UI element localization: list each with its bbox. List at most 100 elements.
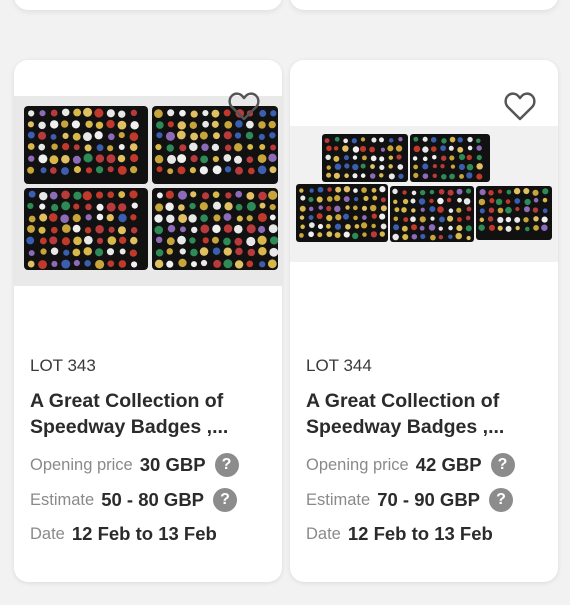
badge-dot [190,261,197,268]
badge-dot [401,207,407,213]
badge-dot [107,191,115,199]
badge-dot [394,207,400,213]
badge-dot [49,120,59,129]
badge-dot [532,207,539,213]
badge-dot [246,215,253,222]
badge-dot [38,226,46,234]
badge-dot [202,109,209,117]
badge-dot [28,110,35,117]
badge-dot [38,260,48,270]
badge-dot [179,248,186,255]
lot-card[interactable]: LOT 344 A Great Collection of Speedway B… [290,60,558,582]
badge-dot [130,261,138,268]
badge-dot [344,173,349,179]
badge-dot [190,191,197,198]
badge-dot [343,185,351,193]
badge-dot [369,146,376,153]
badge-dot [83,235,93,245]
opening-price-row: Opening price 30 GBP ? [30,453,239,477]
badge-dot [447,189,454,196]
badge-dot [432,173,437,179]
favorite-button[interactable] [498,84,542,128]
badge-dot [224,166,232,173]
badge-dot [456,188,463,195]
badge-dot [234,155,242,164]
opening-price-value: 30 GBP [139,454,206,475]
lot-card[interactable]: LOT 343 A Great Collection of Speedway B… [14,60,282,582]
date-value: 12 Feb to 13 Feb [71,523,217,544]
badge-dot [201,143,209,151]
badge-dot [154,259,164,269]
badge-dot [179,144,187,152]
lot-title[interactable]: A Great Collection of Speedway Badges ,.… [306,388,546,440]
badge-dot [308,215,314,220]
badge-dot [422,146,429,153]
badge-dot [325,223,331,229]
badge-dot [458,163,465,171]
badge-dot [515,225,520,231]
badge-dot [437,197,444,205]
badge-dot [497,207,504,214]
badge-dot [326,214,333,222]
badge-dot [27,202,34,210]
badge-dot [166,144,174,152]
badge-dot [448,145,454,151]
badge-dot [317,232,323,238]
badge-dot [39,203,46,210]
question-circle-icon[interactable]: ? [213,488,238,512]
badge-dot [119,248,126,255]
badge-dot [72,224,81,233]
lot-title[interactable]: A Great Collection of Speedway Badges ,.… [30,388,270,440]
badge-dot [333,172,340,179]
badge-dot [370,231,378,238]
favorite-button[interactable] [222,84,266,128]
badge-dot [95,154,105,163]
badge-dot [131,202,138,209]
badge-dot [411,233,418,240]
badge-dot [300,195,306,201]
badge-dot [463,198,471,205]
badge-dot [411,208,416,213]
badge-dot [352,163,359,171]
question-circle-icon[interactable]: ? [490,453,515,477]
badge-dot [199,247,209,256]
badge-dot [360,163,366,169]
badge-dot [352,155,358,160]
badge-dot [257,154,267,163]
badge-dot [488,190,494,196]
badge-dot [259,261,266,268]
badge-dot [73,203,80,210]
badge-dot [335,186,342,193]
question-circle-icon[interactable]: ? [214,453,239,477]
lot-image[interactable] [290,60,558,290]
badge-dot [235,247,243,256]
badge-dot [379,156,385,162]
badge-dot [107,236,117,245]
badge-dot [533,216,539,222]
badge-dot [343,155,349,161]
badge-dot [246,224,256,234]
badge-dot [167,168,174,175]
badge-dot [432,163,437,169]
badge-dot [351,138,357,144]
badge-dot [403,217,409,223]
badge-dot [118,260,127,268]
badge-dot [343,138,348,144]
badge-dot [352,173,358,179]
badge-dot [166,248,173,255]
badge-dot [190,132,198,141]
badge-dot [270,144,277,151]
badge-dot [413,136,419,142]
badge-dot [352,146,360,153]
badge-dot [49,191,58,200]
badge-dot [422,173,429,179]
badge-dot [177,235,186,245]
badge-dot [362,215,367,220]
badge-dot [429,206,436,213]
badge-dot [533,224,539,231]
badge-dot [326,205,332,212]
lot-image[interactable] [14,60,282,290]
badge-dot [39,110,46,117]
badge-dot [401,225,408,232]
question-circle-icon[interactable]: ? [489,488,514,512]
